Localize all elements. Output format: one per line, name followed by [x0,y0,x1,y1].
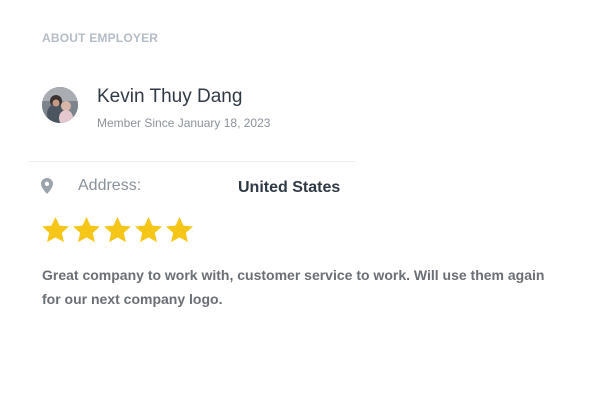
star-rating [40,214,195,247]
star-icon [166,216,193,243]
star-icon [135,216,162,243]
star-icon [104,216,131,243]
avatar-image [42,87,78,123]
avatar[interactable] [42,87,78,123]
section-title: ABOUT EMPLOYER [42,31,159,45]
divider [28,161,356,162]
star-icon [73,216,100,243]
star-icon [42,216,69,243]
map-pin-icon [41,178,53,194]
address-value: United States [238,179,341,196]
employer-name[interactable]: Kevin Thuy Dang [97,86,242,108]
address-label: Address: [78,177,142,194]
review-text: Great company to work with, customer ser… [42,267,545,307]
member-since: Member Since January 18, 2023 [97,116,271,130]
